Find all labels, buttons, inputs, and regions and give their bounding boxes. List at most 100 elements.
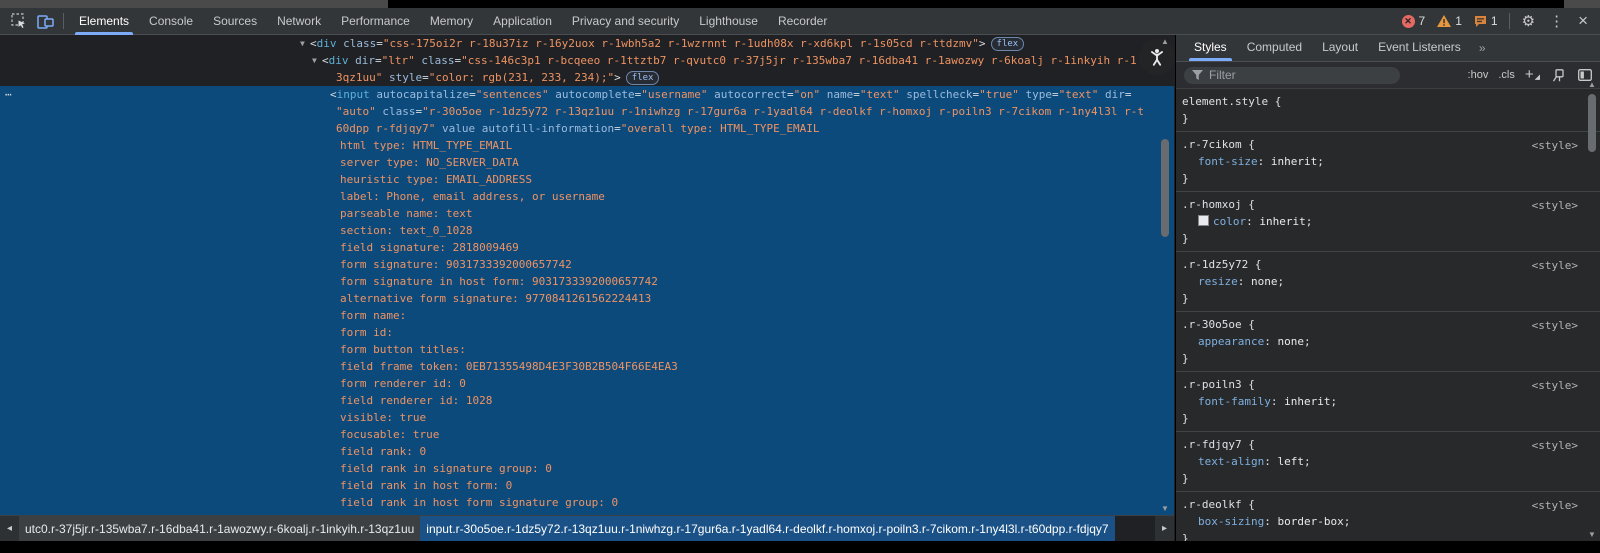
code-line[interactable]: focusable: true bbox=[0, 426, 1174, 443]
main-panel-tab[interactable]: Lighthouse bbox=[689, 8, 768, 35]
css-property-value[interactable]: inherit bbox=[1284, 395, 1330, 408]
code-line[interactable]: server type: NO_SERVER_DATA bbox=[0, 154, 1174, 171]
breadcrumb-crumb[interactable]: input.r-30o5oe.r-1dz5y72.r-13qz1uu.r-1ni… bbox=[420, 516, 1114, 541]
main-panel-tab[interactable]: Performance bbox=[331, 8, 420, 35]
style-rule[interactable]: <style> .r-poiln3 { font-family: inherit… bbox=[1176, 372, 1600, 432]
sidebar-tab[interactable]: Styles bbox=[1184, 35, 1237, 61]
scroll-down-icon[interactable]: ▼ bbox=[1584, 530, 1600, 539]
rule-origin-link[interactable]: <style> bbox=[1532, 257, 1578, 274]
new-style-rule-button[interactable]: +◢ bbox=[1525, 66, 1540, 83]
code-line[interactable]: ▼<div dir="ltr" class="css-146c3p1 r-bcq… bbox=[0, 52, 1174, 69]
rule-origin-link[interactable]: <style> bbox=[1532, 437, 1578, 454]
code-line[interactable]: form renderer id: 0 bbox=[0, 375, 1174, 392]
code-line[interactable]: field renderer id: 1028 bbox=[0, 392, 1174, 409]
code-line[interactable]: form button titles: bbox=[0, 341, 1174, 358]
code-line[interactable]: field rank in host form: 0 bbox=[0, 477, 1174, 494]
style-rule[interactable]: <style> .r-30o5oe { appearance: none; } bbox=[1176, 312, 1600, 372]
rule-selector[interactable]: .r-deolkf bbox=[1182, 498, 1242, 511]
code-line[interactable]: section: text_0_1028 bbox=[0, 222, 1174, 239]
settings-gear-icon[interactable]: ⚙ bbox=[1522, 12, 1535, 30]
toggle-element-classes-button[interactable]: .cls bbox=[1498, 69, 1515, 81]
elements-scrollbar[interactable]: ▲ ▼ bbox=[1157, 35, 1173, 515]
code-line[interactable]: ▼<div class="css-175oi2r r-18u37iz r-16y… bbox=[0, 35, 1174, 52]
more-tabs-icon[interactable]: » bbox=[1479, 41, 1485, 55]
css-property-value[interactable]: none bbox=[1277, 335, 1304, 348]
styles-filter-input[interactable]: Filter bbox=[1184, 67, 1400, 84]
css-property-name[interactable]: font-family bbox=[1198, 395, 1271, 408]
rule-origin-link[interactable]: <style> bbox=[1532, 497, 1578, 514]
rendering-emulation-icon[interactable] bbox=[1552, 69, 1566, 82]
css-property-name[interactable]: text-align bbox=[1198, 455, 1264, 468]
code-line[interactable]: parseable name: text bbox=[0, 205, 1174, 222]
flex-badge[interactable]: flex bbox=[626, 71, 660, 85]
css-property-name[interactable]: font-size bbox=[1198, 155, 1258, 168]
issues-badge[interactable]: 1 bbox=[1474, 14, 1498, 28]
element-style-label[interactable]: element.style bbox=[1182, 95, 1268, 108]
expand-arrow-icon[interactable]: ▼ bbox=[312, 52, 322, 69]
css-property-name[interactable]: color bbox=[1213, 215, 1246, 228]
rule-origin-link[interactable]: <style> bbox=[1532, 197, 1578, 214]
scroll-up-icon[interactable]: ▲ bbox=[1584, 80, 1600, 89]
main-panel-tab[interactable]: Recorder bbox=[768, 8, 837, 35]
toggle-hover-state-button[interactable]: :hov bbox=[1468, 69, 1489, 81]
kebab-menu-icon[interactable]: ⋮ bbox=[1549, 12, 1564, 30]
breadcrumb-crumb[interactable]: utc0.r-37j5jr.r-135wba7.r-16dba41.r-1awo… bbox=[19, 516, 420, 541]
scroll-up-icon[interactable]: ▲ bbox=[1157, 37, 1173, 46]
code-line[interactable]: label: Phone, email address, or username bbox=[0, 188, 1174, 205]
sidebar-tab[interactable]: Event Listeners bbox=[1368, 35, 1471, 61]
main-panel-tab[interactable]: Memory bbox=[420, 8, 483, 35]
rule-selector[interactable]: .r-poiln3 bbox=[1182, 378, 1242, 391]
scrollbar-thumb[interactable] bbox=[1161, 139, 1169, 237]
scrollbar-thumb[interactable] bbox=[1588, 94, 1596, 152]
code-line[interactable]: field rank: 0 bbox=[0, 443, 1174, 460]
code-line[interactable]: form signature in host form: 90317333920… bbox=[0, 273, 1174, 290]
rule-selector[interactable]: .r-30o5oe bbox=[1182, 318, 1242, 331]
rule-origin-link[interactable]: <style> bbox=[1532, 317, 1578, 334]
code-line[interactable]: <input autocapitalize="sentences" autoco… bbox=[0, 86, 1174, 103]
sidebar-tab[interactable]: Layout bbox=[1312, 35, 1368, 61]
rule-selector[interactable]: .r-fdjqy7 bbox=[1182, 438, 1242, 451]
code-line[interactable]: heuristic type: EMAIL_ADDRESS bbox=[0, 171, 1174, 188]
device-toolbar-icon[interactable] bbox=[34, 10, 56, 32]
css-property-value[interactable]: left bbox=[1277, 455, 1304, 468]
css-property-value[interactable]: none bbox=[1251, 275, 1278, 288]
code-line[interactable]: form name: bbox=[0, 307, 1174, 324]
css-property-name[interactable]: box-sizing bbox=[1198, 515, 1264, 528]
main-panel-tab[interactable]: Application bbox=[483, 8, 562, 35]
flex-badge[interactable]: flex bbox=[991, 37, 1025, 51]
rule-origin-link[interactable]: <style> bbox=[1532, 137, 1578, 154]
css-property-value[interactable]: inherit bbox=[1271, 155, 1317, 168]
main-panel-tab[interactable]: Network bbox=[267, 8, 331, 35]
rule-selector[interactable]: .r-homxoj bbox=[1182, 198, 1242, 211]
css-property-value[interactable]: inherit bbox=[1259, 215, 1305, 228]
scroll-down-icon[interactable]: ▼ bbox=[1157, 504, 1173, 513]
code-line[interactable]: field rank in host form signature group:… bbox=[0, 494, 1174, 511]
console-errors-badge[interactable]: ✕ 7 bbox=[1402, 14, 1426, 28]
more-actions-dots-icon[interactable]: ⋯ bbox=[5, 86, 13, 103]
main-panel-tab[interactable]: Elements bbox=[69, 8, 139, 35]
selected-dom-node[interactable]: ⋯ <input autocapitalize="sentences" auto… bbox=[0, 86, 1174, 515]
inspect-element-icon[interactable] bbox=[8, 10, 30, 32]
rule-selector[interactable]: .r-7cikom bbox=[1182, 138, 1242, 151]
code-line[interactable]: field signature: 2818009469 bbox=[0, 239, 1174, 256]
code-line[interactable]: 3qz1uu" style="color: rgb(231, 233, 234)… bbox=[0, 69, 1174, 86]
rule-origin-link[interactable]: <style> bbox=[1532, 377, 1578, 394]
css-property-value[interactable]: border-box bbox=[1277, 515, 1343, 528]
color-swatch[interactable] bbox=[1198, 215, 1209, 226]
element-style-rule[interactable]: element.style { } bbox=[1176, 89, 1600, 132]
style-rule[interactable]: <style> .r-deolkf { box-sizing: border-b… bbox=[1176, 492, 1600, 541]
styles-scrollbar[interactable]: ▲ ▼ bbox=[1584, 78, 1600, 541]
console-warnings-badge[interactable]: 1 bbox=[1437, 14, 1462, 28]
close-devtools-icon[interactable]: × bbox=[1578, 11, 1588, 31]
code-line[interactable]: field frame token: 0EB71355498D4E3F30B2B… bbox=[0, 358, 1174, 375]
css-property-name[interactable]: resize bbox=[1198, 275, 1238, 288]
code-line[interactable]: visible: true bbox=[0, 409, 1174, 426]
sidebar-tab[interactable]: Computed bbox=[1237, 35, 1312, 61]
expand-arrow-icon[interactable]: ▼ bbox=[300, 35, 310, 52]
code-line[interactable]: 60dpp r-fdjqy7" value autofill-informati… bbox=[0, 120, 1174, 137]
breadcrumb-scroll-right-icon[interactable]: ▸ bbox=[1155, 516, 1174, 541]
main-panel-tab[interactable]: Console bbox=[139, 8, 203, 35]
main-panel-tab[interactable]: Privacy and security bbox=[562, 8, 689, 35]
code-line[interactable]: field rank in signature group: 0 bbox=[0, 460, 1174, 477]
style-rule[interactable]: <style> .r-1dz5y72 { resize: none; } bbox=[1176, 252, 1600, 312]
